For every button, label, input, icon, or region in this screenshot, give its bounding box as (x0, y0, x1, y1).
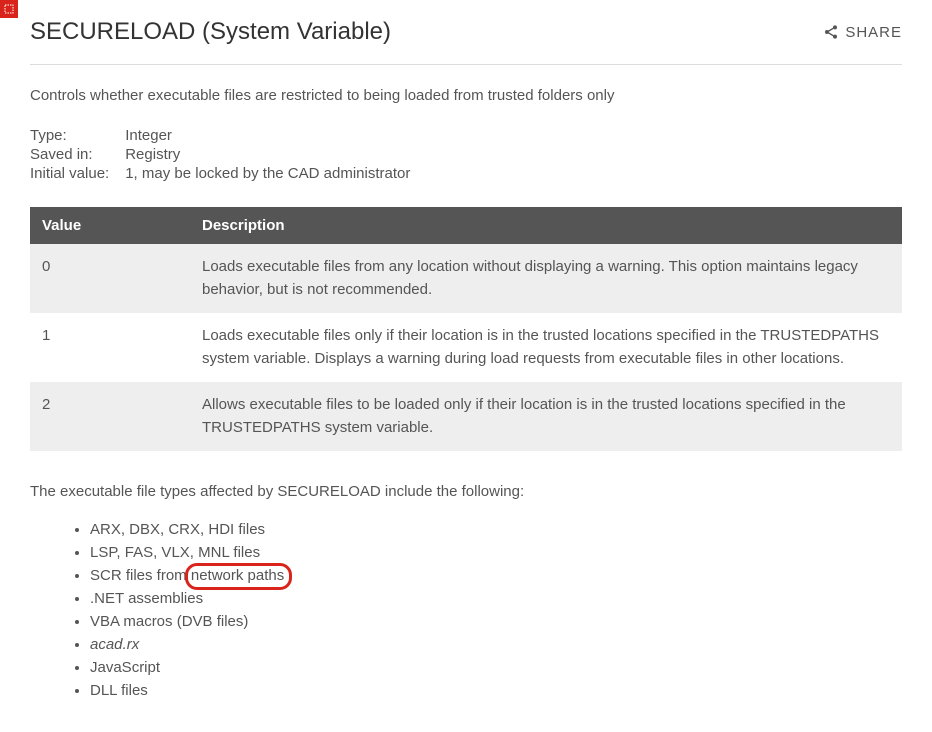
table-row: 1 Loads executable files only if their l… (30, 313, 902, 382)
content-container: SECURELOAD (System Variable) SHARE Contr… (0, 0, 932, 732)
share-button[interactable]: SHARE (823, 24, 902, 41)
share-label: SHARE (845, 24, 902, 41)
table-row: 2 Allows executable files to be loaded o… (30, 382, 902, 451)
meta-value: 1, may be locked by the CAD administrato… (125, 164, 416, 183)
meta-label: Saved in: (30, 145, 125, 164)
list-item: acad.rx (90, 633, 902, 656)
list-intro: The executable file types affected by SE… (30, 483, 902, 500)
cell-value: 0 (30, 244, 190, 313)
list-item: DLL files (90, 679, 902, 702)
page-title: SECURELOAD (System Variable) (30, 18, 391, 46)
meta-row: Type: Integer (30, 126, 416, 145)
meta-value: Integer (125, 126, 416, 145)
cell-value: 1 (30, 313, 190, 382)
file-types-list: ARX, DBX, CRX, HDI files LSP, FAS, VLX, … (30, 518, 902, 702)
meta-row: Initial value: 1, may be locked by the C… (30, 164, 416, 183)
meta-label: Initial value: (30, 164, 125, 183)
meta-table: Type: Integer Saved in: Registry Initial… (30, 126, 416, 183)
list-item: SCR files from network paths (90, 564, 902, 587)
list-item: LSP, FAS, VLX, MNL files (90, 541, 902, 564)
circled-text: network paths (191, 567, 284, 584)
meta-label: Type: (30, 126, 125, 145)
meta-row: Saved in: Registry (30, 145, 416, 164)
badge-icon (3, 3, 15, 15)
share-icon (823, 24, 839, 40)
meta-value: Registry (125, 145, 416, 164)
value-table: Value Description 0 Loads executable fil… (30, 207, 902, 451)
table-row: 0 Loads executable files from any locati… (30, 244, 902, 313)
cell-description: Loads executable files from any location… (190, 244, 902, 313)
th-description: Description (190, 207, 902, 244)
table-header: Value Description (30, 207, 902, 244)
cell-description: Loads executable files only if their loc… (190, 313, 902, 382)
list-item: VBA macros (DVB files) (90, 610, 902, 633)
list-item: .NET assemblies (90, 587, 902, 610)
cell-description: Allows executable files to be loaded onl… (190, 382, 902, 451)
circled-text-wrapper: network paths (191, 567, 284, 584)
list-item: JavaScript (90, 656, 902, 679)
th-value: Value (30, 207, 190, 244)
header-row: SECURELOAD (System Variable) SHARE (30, 0, 902, 65)
list-item-prefix: SCR files from (90, 567, 191, 584)
intro-text: Controls whether executable files are re… (30, 87, 902, 104)
cell-value: 2 (30, 382, 190, 451)
list-item: ARX, DBX, CRX, HDI files (90, 518, 902, 541)
app-badge (0, 0, 18, 18)
